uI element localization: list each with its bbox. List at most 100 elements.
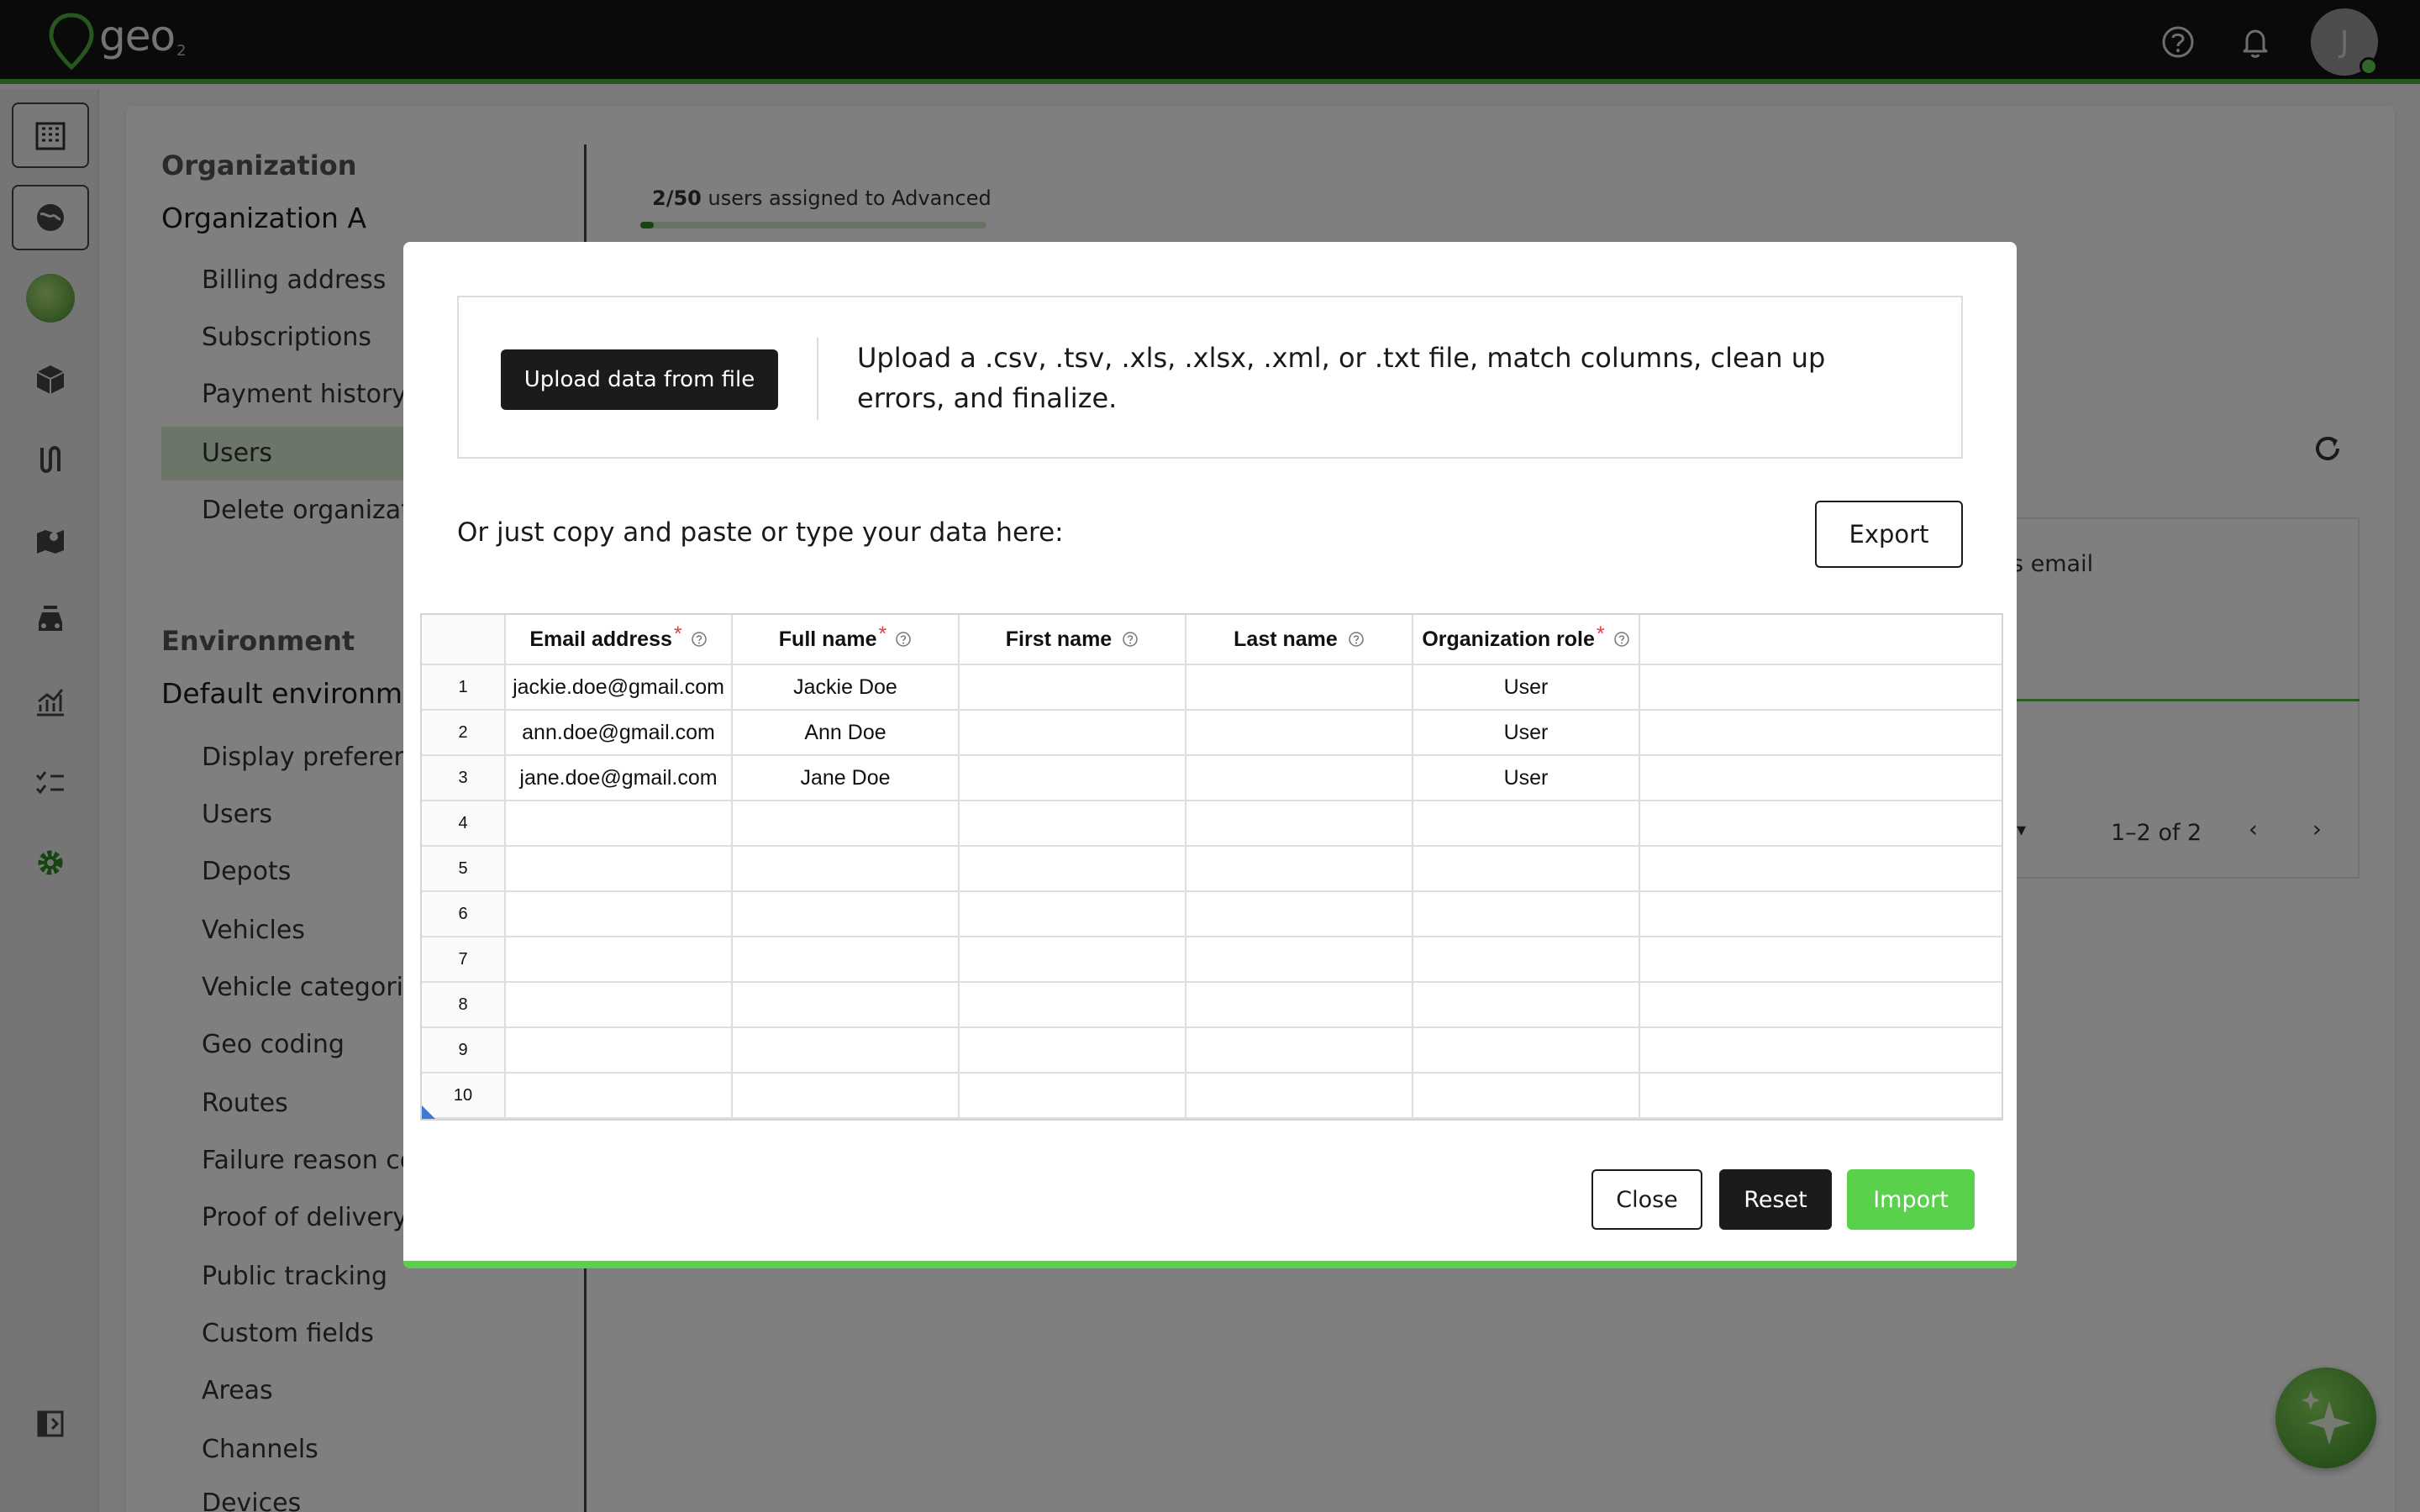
grid-cell[interactable]: Ann Doe <box>733 711 960 754</box>
table-row: 10 <box>422 1074 2002 1119</box>
row-number[interactable]: 5 <box>422 847 506 890</box>
grid-cell[interactable] <box>1640 892 2002 936</box>
column-header[interactable]: Full name * <box>733 615 960 664</box>
grid-cell[interactable] <box>960 937 1186 981</box>
table-row: 9 <box>422 1028 2002 1074</box>
column-help-icon[interactable] <box>1122 631 1139 648</box>
column-header-label: Full name <box>778 627 877 651</box>
data-grid[interactable]: Email address * Full name * First name Last n… <box>420 613 2003 1121</box>
grid-cell[interactable]: Jane Doe <box>733 756 960 800</box>
import-users-dialog: Upload data from file Upload a .csv, .ts… <box>403 242 2017 1268</box>
upload-panel: Upload data from file Upload a .csv, .ts… <box>457 296 1963 459</box>
table-row: 2 ann.doe@gmail.com Ann Doe User <box>422 711 2002 756</box>
close-button[interactable]: Close <box>1591 1169 1702 1230</box>
upload-separator <box>817 338 818 420</box>
grid-cell[interactable] <box>1413 983 1640 1026</box>
grid-cell[interactable] <box>1640 1074 2002 1117</box>
column-header-label: Organization role <box>1422 627 1595 651</box>
grid-cell[interactable] <box>506 801 733 845</box>
grid-cell[interactable] <box>1186 801 1413 845</box>
resize-handle[interactable] <box>422 1105 435 1119</box>
table-row: 4 <box>422 801 2002 847</box>
grid-cell[interactable] <box>1413 847 1640 890</box>
grid-cell[interactable] <box>1640 756 2002 800</box>
grid-cell[interactable] <box>960 801 1186 845</box>
grid-cell[interactable] <box>506 983 733 1026</box>
grid-cell[interactable] <box>960 1074 1186 1117</box>
grid-cell[interactable] <box>960 847 1186 890</box>
grid-cell[interactable] <box>733 892 960 936</box>
grid-cell[interactable] <box>1413 1028 1640 1072</box>
grid-cell[interactable] <box>1413 1074 1640 1117</box>
grid-cell[interactable]: User <box>1413 711 1640 754</box>
grid-cell[interactable] <box>1186 1028 1413 1072</box>
grid-cell[interactable]: jackie.doe@gmail.com <box>506 665 733 709</box>
export-button[interactable]: Export <box>1815 501 1963 568</box>
grid-cell[interactable]: User <box>1413 665 1640 709</box>
import-button[interactable]: Import <box>1847 1169 1975 1230</box>
grid-cell[interactable] <box>733 801 960 845</box>
grid-cell[interactable] <box>733 847 960 890</box>
column-header-empty[interactable] <box>1640 615 2002 664</box>
row-number[interactable]: 4 <box>422 801 506 845</box>
grid-cell[interactable] <box>506 847 733 890</box>
column-help-icon[interactable] <box>1348 631 1365 648</box>
grid-cell[interactable] <box>506 1028 733 1072</box>
column-help-icon[interactable] <box>1613 631 1630 648</box>
row-number[interactable]: 8 <box>422 983 506 1026</box>
row-number[interactable]: 1 <box>422 665 506 709</box>
grid-cell[interactable] <box>1640 801 2002 845</box>
column-help-icon[interactable] <box>691 631 708 648</box>
grid-cell[interactable] <box>1413 937 1640 981</box>
grid-cell[interactable] <box>733 937 960 981</box>
upload-file-button[interactable]: Upload data from file <box>501 349 778 410</box>
reset-button[interactable]: Reset <box>1719 1169 1832 1230</box>
grid-cell[interactable] <box>1640 711 2002 754</box>
grid-cell[interactable]: Jackie Doe <box>733 665 960 709</box>
grid-cell[interactable] <box>1640 665 2002 709</box>
grid-cell[interactable] <box>506 892 733 936</box>
grid-cell[interactable] <box>1413 801 1640 845</box>
table-row: 6 <box>422 892 2002 937</box>
grid-cell[interactable] <box>1640 937 2002 981</box>
grid-cell[interactable] <box>1186 665 1413 709</box>
table-row: 5 <box>422 847 2002 892</box>
grid-cell[interactable] <box>1413 892 1640 936</box>
grid-corner-cell[interactable] <box>422 615 506 664</box>
column-header[interactable]: Email address * <box>506 615 733 664</box>
grid-cell[interactable] <box>733 1074 960 1117</box>
grid-cell[interactable] <box>960 983 1186 1026</box>
grid-cell[interactable] <box>1186 892 1413 936</box>
row-number[interactable]: 7 <box>422 937 506 981</box>
row-number[interactable]: 3 <box>422 756 506 800</box>
grid-cell[interactable] <box>733 983 960 1026</box>
column-header[interactable]: First name <box>960 615 1186 664</box>
grid-cell[interactable] <box>506 937 733 981</box>
grid-cell[interactable] <box>1186 983 1413 1026</box>
column-header[interactable]: Last name <box>1186 615 1413 664</box>
grid-cell[interactable] <box>1640 1028 2002 1072</box>
grid-cell[interactable] <box>1186 1074 1413 1117</box>
grid-cell[interactable] <box>1186 711 1413 754</box>
column-header[interactable]: Organization role * <box>1413 615 1640 664</box>
grid-cell[interactable] <box>1640 847 2002 890</box>
row-number[interactable]: 6 <box>422 892 506 936</box>
grid-cell[interactable]: User <box>1413 756 1640 800</box>
grid-cell[interactable] <box>1640 983 2002 1026</box>
grid-cell[interactable] <box>506 1074 733 1117</box>
grid-cell[interactable] <box>1186 847 1413 890</box>
required-marker: * <box>878 622 887 646</box>
grid-cell[interactable] <box>960 892 1186 936</box>
row-number[interactable]: 2 <box>422 711 506 754</box>
grid-cell[interactable] <box>960 665 1186 709</box>
row-number[interactable]: 9 <box>422 1028 506 1072</box>
grid-cell[interactable] <box>960 756 1186 800</box>
grid-cell[interactable] <box>960 1028 1186 1072</box>
column-help-icon[interactable] <box>895 631 912 648</box>
grid-cell[interactable]: jane.doe@gmail.com <box>506 756 733 800</box>
grid-cell[interactable] <box>960 711 1186 754</box>
grid-cell[interactable] <box>1186 937 1413 981</box>
grid-cell[interactable] <box>733 1028 960 1072</box>
grid-cell[interactable]: ann.doe@gmail.com <box>506 711 733 754</box>
grid-cell[interactable] <box>1186 756 1413 800</box>
